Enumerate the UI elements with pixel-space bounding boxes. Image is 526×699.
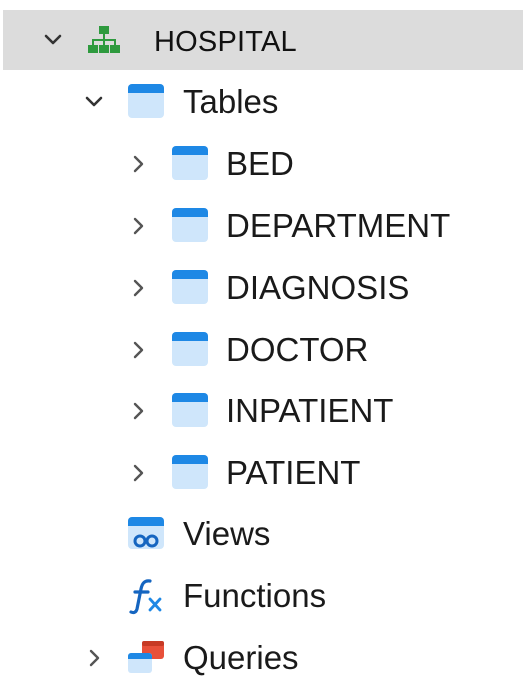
tree-node-functions[interactable]: Functions (0, 566, 526, 624)
tree-node-label: BED (226, 145, 294, 182)
tree-node-label: INPATIENT (226, 392, 394, 429)
tree-node-table[interactable]: PATIENT (0, 443, 526, 501)
tree-node-table[interactable]: INPATIENT (0, 381, 526, 439)
chevron-down-icon[interactable] (39, 26, 67, 54)
table-icon (170, 143, 210, 183)
table-icon (170, 452, 210, 492)
tree-node-label: Tables (183, 83, 279, 120)
chevron-right-icon[interactable] (124, 336, 152, 364)
tree-node-tables[interactable]: Tables (0, 72, 526, 130)
chevron-right-icon[interactable] (124, 274, 152, 302)
tree-node-views[interactable]: Views (0, 504, 526, 562)
tree-node-table[interactable]: BED (0, 134, 526, 192)
function-icon (126, 575, 166, 615)
tree-node-label: DOCTOR (226, 331, 369, 368)
table-folder-icon (126, 81, 166, 121)
queries-icon (126, 637, 166, 677)
chevron-right-icon[interactable] (124, 397, 152, 425)
tree-node-table[interactable]: DOCTOR (0, 320, 526, 378)
tree-node-table[interactable]: DEPARTMENT (0, 196, 526, 254)
tree-node-table[interactable]: DIAGNOSIS (0, 258, 526, 316)
chevron-right-icon[interactable] (124, 459, 152, 487)
tree-node-queries[interactable]: Queries (0, 628, 526, 686)
table-icon (170, 267, 210, 307)
tree-node-label: Queries (183, 639, 299, 676)
chevron-right-icon[interactable] (124, 212, 152, 240)
table-icon (170, 329, 210, 369)
chevron-right-icon[interactable] (124, 150, 152, 178)
tree-node-label: HOSPITAL (154, 26, 297, 58)
chevron-right-icon[interactable] (80, 644, 108, 672)
table-icon (170, 390, 210, 430)
chevron-down-icon[interactable] (80, 88, 108, 116)
tree-node-label: DIAGNOSIS (226, 269, 410, 306)
table-icon (170, 205, 210, 245)
tree-node-label: Functions (183, 577, 327, 614)
tree-node-label: DEPARTMENT (226, 207, 451, 244)
navigator-tree: HOSPITAL Tables BED DEPARTMENT DIAGNOSIS… (0, 0, 526, 699)
database-connection-icon (84, 20, 124, 60)
tree-node-label: PATIENT (226, 454, 361, 491)
views-icon (126, 513, 166, 553)
tree-node-label: Views (183, 515, 271, 552)
tree-node-hospital[interactable]: HOSPITAL (3, 10, 523, 70)
